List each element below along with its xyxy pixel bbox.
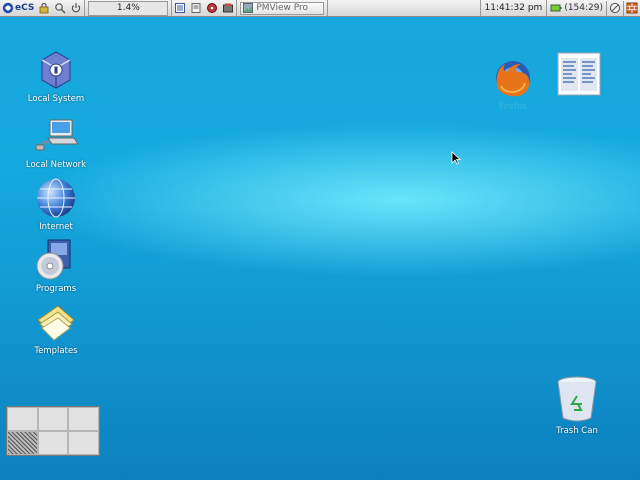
programs-cd-icon xyxy=(36,239,71,280)
find-button[interactable] xyxy=(52,1,68,16)
quick-launch-media[interactable] xyxy=(204,1,220,16)
desktop-icon-label: Programs xyxy=(35,284,77,294)
pager-desktop-6[interactable] xyxy=(68,431,99,455)
desktop-icon-label: Internet xyxy=(39,222,73,232)
battery-status[interactable]: (154:29) xyxy=(546,0,606,17)
desktop-icon-local-network[interactable]: Local Network xyxy=(16,114,96,170)
pager-desktop-5[interactable] xyxy=(37,431,69,455)
window-title: PMView Pro xyxy=(256,3,309,13)
battery-value: (154:29) xyxy=(564,3,603,13)
desktop-icon-label: Firefox xyxy=(498,102,528,112)
templates-icon xyxy=(37,305,75,341)
firefox-icon xyxy=(496,61,530,97)
desktop-icon-templates[interactable]: Templates xyxy=(16,300,96,356)
ecs-logo-text: eCS xyxy=(15,3,35,13)
power-icon xyxy=(72,3,81,13)
battery-plug-icon xyxy=(550,4,562,12)
local-system-icon xyxy=(41,51,71,89)
desktop-icon-label: Templates xyxy=(34,346,78,356)
editor-icon xyxy=(191,3,201,13)
mouse-cursor-icon xyxy=(451,151,461,165)
eject-disc-icon xyxy=(609,2,621,14)
desktop-icon-internet[interactable]: Internet xyxy=(16,176,96,232)
quick-launch-editor[interactable] xyxy=(188,1,204,16)
tray-firewall-button[interactable] xyxy=(623,0,640,16)
quick-launch-group xyxy=(172,0,238,17)
trash-can-icon xyxy=(557,376,597,422)
globe-icon xyxy=(37,178,75,218)
taskbar: eCS 1.4% PMView Pro 11:41:32 pm (154:29) xyxy=(0,0,640,17)
clock[interactable]: 11:41:32 pm xyxy=(481,3,547,13)
pager-desktop-4[interactable] xyxy=(7,431,38,455)
cpu-monitor-group: 1.4% xyxy=(85,0,173,17)
quick-launch-tool[interactable] xyxy=(220,1,236,16)
quick-launch-window-list[interactable] xyxy=(172,1,188,16)
text-document-icon xyxy=(557,52,601,96)
desktop-icon-label: Local Network xyxy=(25,160,87,170)
magnifier-icon xyxy=(55,3,66,14)
media-icon xyxy=(207,3,218,13)
ecs-logo-icon xyxy=(2,2,14,14)
ecs-menu-button[interactable]: eCS xyxy=(0,2,36,14)
cpu-load-meter[interactable]: 1.4% xyxy=(88,0,169,16)
local-network-icon xyxy=(35,119,78,151)
tray-group: 11:41:32 pm (154:29) xyxy=(479,0,640,17)
lock-button[interactable] xyxy=(36,1,52,16)
desktop-icon-local-system[interactable]: Local System xyxy=(16,48,96,104)
lock-icon xyxy=(39,2,49,14)
firewall-icon xyxy=(626,2,638,14)
cpu-load-value: 1.4% xyxy=(116,3,140,13)
shutdown-button[interactable] xyxy=(68,1,84,16)
taskbar-window-pmview[interactable]: PMView Pro xyxy=(240,1,325,15)
taskbar-left-group: eCS xyxy=(0,0,86,17)
desktop-icon-programs[interactable]: Programs xyxy=(16,238,96,294)
pager-desktop-3[interactable] xyxy=(68,407,99,431)
window-list-icon xyxy=(175,3,186,13)
desktop-icon-label: Local System xyxy=(27,94,85,104)
desktop-icon-label: Trash Can xyxy=(556,426,598,436)
desktop-icon-trash-can[interactable]: Trash Can xyxy=(537,374,617,436)
pager-desktop-1[interactable] xyxy=(7,407,38,431)
pmview-icon xyxy=(243,3,254,13)
tool-icon xyxy=(223,3,234,13)
window-list-group: PMView Pro xyxy=(237,0,329,17)
desktop-icon-document[interactable] xyxy=(539,52,619,96)
pager-desktop-2[interactable] xyxy=(37,407,69,431)
virtual-desktop-pager[interactable] xyxy=(6,406,100,456)
tray-cd-button[interactable] xyxy=(606,0,623,16)
